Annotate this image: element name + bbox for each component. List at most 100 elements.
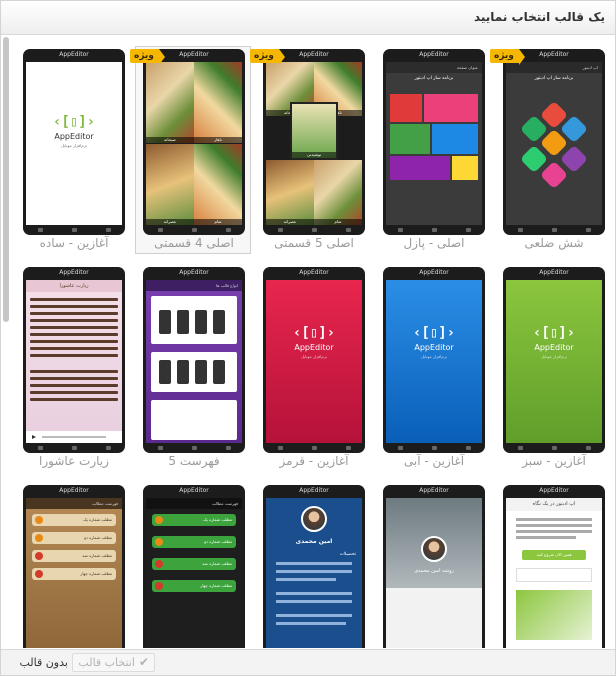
- person-screen: روشه امین محمدی: [386, 498, 482, 648]
- template-caption: اصلی 5 قسمتی: [274, 236, 354, 250]
- select-template-button[interactable]: ✔ انتخاب قالب: [72, 653, 155, 672]
- splash-simple-screen: ‹[▯]› AppEditor نرم‌افزار موبایل: [26, 62, 122, 225]
- app-logo: ‹[▯]› AppEditor نرم‌افزار موبایل: [52, 114, 96, 148]
- puzzle-piece: [452, 156, 478, 180]
- phone-preview: AppEditor ‹[▯]› AppEditor نرم‌افزار موبا…: [23, 49, 125, 235]
- phone-navbar: [143, 443, 245, 453]
- vertical-scrollbar[interactable]: [3, 37, 9, 322]
- list-item: مطلب شماره دو: [32, 532, 116, 544]
- template-tile-splash-simple[interactable]: AppEditor ‹[▯]› AppEditor نرم‌افزار موبا…: [15, 46, 131, 254]
- template-tile-puzzle[interactable]: AppEditor عنوان صفحه برنامه ساز اپ ادیتو…: [375, 46, 491, 254]
- phone-app-name: AppEditor: [419, 51, 449, 58]
- hexagon-screen: اپ ادیتور برنامه ساز اپ ادیتور: [506, 62, 602, 225]
- phone-preview: AppEditor صبحانه ناهار عصرانه شام: [143, 49, 245, 235]
- template-tile-glance[interactable]: AppEditor اپ ادیتور در یک نگاه همین الان…: [495, 482, 611, 648]
- phone-preview: AppEditor فهرست مطالب مطلب شماره یک مطلب…: [23, 485, 125, 648]
- hex-title: برنامه ساز اپ ادیتور: [534, 76, 574, 81]
- screen-header: فهرست مطالب: [26, 498, 122, 509]
- phone-navbar: [383, 225, 485, 235]
- list-item: مطلب شماره سه: [152, 558, 236, 570]
- phone-preview: AppEditor صبحانه ناهار نوشیدنی عصرانه شا…: [263, 49, 365, 235]
- list-item: مطلب شماره چهار: [152, 580, 236, 592]
- phone-preview: AppEditor روشه امین محمدی: [383, 485, 485, 648]
- phone-app-name: AppEditor: [299, 487, 329, 494]
- phone-preview: AppEditor ‹[▯]› AppEditor نرم‌افزار موبا…: [503, 267, 605, 453]
- special-badge: ویژه: [130, 49, 165, 65]
- template-tile-person[interactable]: AppEditor روشه امین محمدی: [375, 482, 491, 648]
- list-card: [151, 400, 237, 440]
- puzzle-screen: عنوان صفحه برنامه ساز اپ ادیتور: [386, 62, 482, 225]
- five-part-screen: صبحانه ناهار نوشیدنی عصرانه شام: [266, 62, 362, 225]
- app-logo: ‹[▯]› AppEditor نرم‌افزار موبایل: [412, 325, 456, 359]
- template-tile-four-part[interactable]: ویژه AppEditor صبحانه ناهار عصرانه شام ا…: [130, 46, 251, 254]
- list-item: مطلب شماره دو: [152, 536, 236, 548]
- phone-preview: AppEditor ‹[▯]› AppEditor نرم‌افزار موبا…: [383, 267, 485, 453]
- template-tile-dark-list[interactable]: AppEditor فهرست مطالب مطلب شماره یک مطلب…: [135, 482, 251, 648]
- glance-screen: اپ ادیتور در یک نگاه همین الان شروع کنید: [506, 498, 602, 648]
- screen-header: زیارت عاشورا: [26, 280, 122, 292]
- screen-header: عنوان صفحه: [386, 62, 482, 73]
- list-item: مطلب شماره سه: [32, 550, 116, 562]
- phone-app-name: AppEditor: [179, 269, 209, 276]
- template-tile-list-five[interactable]: AppEditor انواع قالب ها فهرست 5: [135, 264, 251, 472]
- screen-header: فهرست مطالب: [146, 498, 242, 509]
- phone-app-name: AppEditor: [59, 269, 89, 276]
- phone-app-name: AppEditor: [539, 269, 569, 276]
- puzzle-piece: [432, 124, 478, 154]
- dialog-footer: ✕ بدون قالب ✔ انتخاب قالب: [1, 649, 615, 675]
- template-caption: آغازین - سبز: [522, 454, 586, 468]
- puzzle-piece: [390, 94, 422, 122]
- template-tile-splash-blue[interactable]: AppEditor ‹[▯]› AppEditor نرم‌افزار موبا…: [375, 264, 491, 472]
- phone-navbar: [503, 225, 605, 235]
- avatar: [301, 506, 327, 532]
- phone-preview: AppEditor ‹[▯]› AppEditor نرم‌افزار موبا…: [263, 267, 365, 453]
- dark-list-screen: فهرست مطالب مطلب شماره یک مطلب شماره دو …: [146, 498, 242, 648]
- glance-button: همین الان شروع کنید: [522, 550, 586, 560]
- template-caption: زیارت عاشورا: [39, 454, 109, 468]
- phone-app-name: AppEditor: [539, 487, 569, 494]
- phone-navbar: [263, 225, 365, 235]
- phone-app-name: AppEditor: [419, 269, 449, 276]
- phone-app-name: AppEditor: [179, 487, 209, 494]
- list-item: مطلب شماره یک: [32, 514, 116, 526]
- hex-menu: [506, 97, 602, 222]
- list-card: [151, 352, 237, 392]
- template-tile-splash-green[interactable]: AppEditor ‹[▯]› AppEditor نرم‌افزار موبا…: [495, 264, 611, 472]
- splash-red-screen: ‹[▯]› AppEditor نرم‌افزار موبایل: [266, 280, 362, 443]
- phone-preview: AppEditor امین محمدی تحصیلات: [263, 485, 365, 648]
- splash-green-screen: ‹[▯]› AppEditor نرم‌افزار موبایل: [506, 280, 602, 443]
- four-part-screen: صبحانه ناهار عصرانه شام: [146, 62, 242, 225]
- template-tile-five-part[interactable]: ویژه AppEditor صبحانه ناهار نوشیدنی عصرا…: [250, 46, 371, 254]
- phone-preview: AppEditor انواع قالب ها: [143, 267, 245, 453]
- avatar: [421, 536, 447, 562]
- puzzle-piece: [390, 156, 450, 180]
- dialog-title: یک قالب انتخاب نمایید: [473, 10, 605, 24]
- profile-name: امین محمدی: [295, 538, 333, 545]
- phone-app-name: AppEditor: [419, 487, 449, 494]
- splash-blue-screen: ‹[▯]› AppEditor نرم‌افزار موبایل: [386, 280, 482, 443]
- template-tile-profile[interactable]: AppEditor امین محمدی تحصیلات: [255, 482, 371, 648]
- template-tile-ashura[interactable]: AppEditor زیارت عاشورا زیارت عاشورا: [15, 264, 131, 472]
- phone-preview: AppEditor اپ ادیتور در یک نگاه همین الان…: [503, 485, 605, 648]
- phone-navbar: [263, 443, 365, 453]
- list-item: مطلب شماره یک: [152, 514, 236, 526]
- select-template-label: انتخاب قالب: [78, 656, 135, 669]
- list-five-screen: انواع قالب ها: [146, 280, 242, 443]
- template-tile-splash-red[interactable]: AppEditor ‹[▯]› AppEditor نرم‌افزار موبا…: [255, 264, 371, 472]
- template-caption: شش ضلعی: [524, 236, 584, 250]
- template-tile-hexagon[interactable]: ویژه AppEditor اپ ادیتور برنامه ساز اپ ا…: [490, 46, 611, 254]
- template-dialog: یک قالب انتخاب نمایید ویژه AppEditor اپ …: [0, 0, 616, 676]
- phone-preview: AppEditor فهرست مطالب مطلب شماره یک مطلب…: [143, 485, 245, 648]
- list-item: مطلب شماره چهار: [32, 568, 116, 580]
- wood-list-screen: فهرست مطالب مطلب شماره یک مطلب شماره دو …: [26, 498, 122, 648]
- phone-app-name: AppEditor: [59, 51, 89, 58]
- template-grid-scroll-area[interactable]: ویژه AppEditor اپ ادیتور برنامه ساز اپ ا…: [1, 36, 615, 648]
- app-logo: ‹[▯]› AppEditor نرم‌افزار موبایل: [292, 325, 336, 359]
- puzzle-piece: [424, 94, 478, 122]
- phone-preview: AppEditor اپ ادیتور برنامه ساز اپ ادیتور: [503, 49, 605, 235]
- profile-screen: امین محمدی تحصیلات: [266, 498, 362, 648]
- template-tile-wood-list[interactable]: AppEditor فهرست مطالب مطلب شماره یک مطلب…: [15, 482, 131, 648]
- template-caption: آغازین - قرمز: [279, 454, 349, 468]
- no-template-label: بدون قالب: [19, 656, 68, 669]
- profile-section: تحصیلات: [339, 552, 356, 557]
